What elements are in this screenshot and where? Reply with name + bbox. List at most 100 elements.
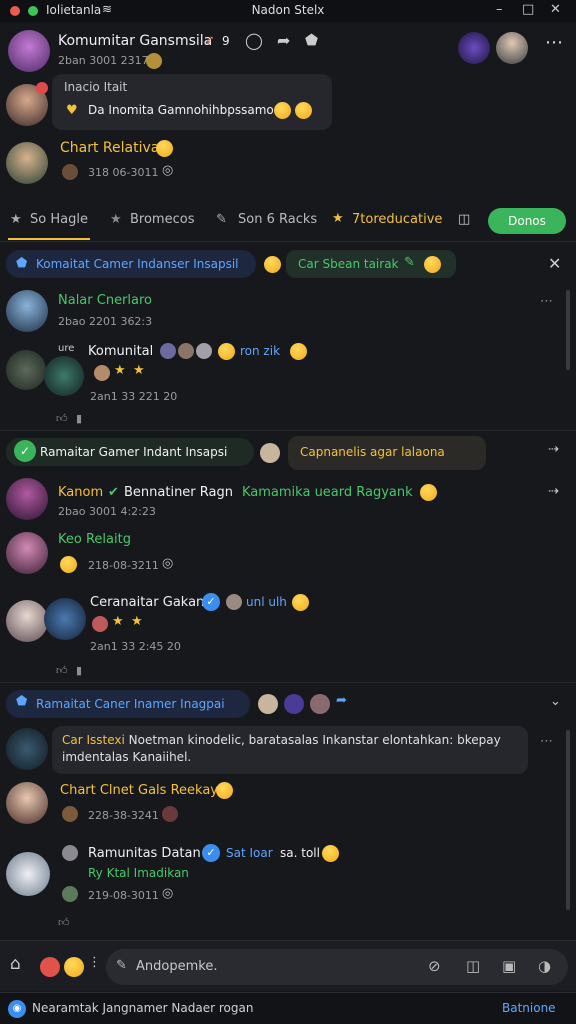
chat-bubble-icon[interactable]: ◯ xyxy=(245,31,263,50)
divider xyxy=(0,682,576,683)
message-timestamp: 2bao 3001 4:2:23 xyxy=(58,505,156,518)
star-icon: ★ xyxy=(110,212,122,227)
share-icon[interactable]: ➦ xyxy=(277,31,290,50)
message-text: Kamamika ueard Ragyank xyxy=(242,485,413,500)
tab-so-hagle[interactable]: So Hagle xyxy=(30,212,88,227)
avatar[interactable] xyxy=(44,598,86,640)
chevron-down-icon[interactable]: ⌄ xyxy=(550,694,561,709)
avatar[interactable] xyxy=(6,290,48,332)
member-count: 9 xyxy=(222,34,230,48)
seen-icon: ◎ xyxy=(162,163,174,178)
emoji-icon xyxy=(274,102,291,119)
check-icon: ✔ xyxy=(108,485,119,500)
message-extra: Sat Ioar xyxy=(226,846,273,860)
restore-button[interactable]: □ xyxy=(522,2,534,17)
info-icon[interactable]: ◫ xyxy=(458,212,470,227)
emoji-picker-icon[interactable] xyxy=(64,957,84,977)
active-tab-indicator xyxy=(8,238,90,240)
avatar[interactable] xyxy=(6,852,50,896)
badge-text: ure xyxy=(58,343,75,354)
emoji-icon xyxy=(156,140,173,157)
tag-text: Capnanelis agar lalaona xyxy=(300,445,445,459)
tag-text: Car Sbean tairak xyxy=(298,257,399,271)
thumbs-up-icon[interactable]: 👍︎ xyxy=(56,664,68,677)
banner-text: Ramaitat Caner Inamer Inagpai xyxy=(36,697,225,711)
share-icon[interactable]: ➦ xyxy=(336,693,347,708)
avatar[interactable] xyxy=(6,142,48,184)
message-extra-2: sa. toll xyxy=(280,846,320,860)
message-input[interactable]: ✎ Andopemke. ⊘ ◫ ▣ ◑ xyxy=(106,949,568,985)
home-icon[interactable]: ⌂ xyxy=(10,954,21,974)
emoji-icon xyxy=(218,343,235,360)
mini-avatar xyxy=(94,365,110,381)
message-author: Kanom xyxy=(58,485,104,500)
more-options-icon[interactable]: ⋯ xyxy=(540,294,553,309)
tab-racks[interactable]: Son 6 Racks xyxy=(238,212,317,227)
attach-icon[interactable]: ⊘ xyxy=(428,957,441,975)
info-icon: ◉ xyxy=(8,1000,26,1018)
more-options-icon[interactable]: ⋯ xyxy=(540,734,553,749)
avatar[interactable] xyxy=(6,478,48,520)
sticker-icon[interactable]: ◫ xyxy=(466,957,480,975)
avatar[interactable] xyxy=(44,356,84,396)
message-author: Car Isstexi xyxy=(62,733,125,747)
minimize-button[interactable]: – xyxy=(496,2,503,17)
message-body: Car Isstexi Noetman kinodelic, baratasal… xyxy=(62,732,522,766)
mini-avatar xyxy=(92,616,108,632)
more-options-icon[interactable]: ⋯ xyxy=(545,32,563,53)
scrollbar[interactable] xyxy=(566,290,570,370)
message-text: Ry Ktal Imadikan xyxy=(88,866,189,880)
star-icon: ★ xyxy=(332,211,344,226)
pen-icon: ✎ xyxy=(116,958,127,973)
message-author: Komunital xyxy=(88,344,154,359)
message-author: Keo Relaitg xyxy=(58,532,131,547)
window-titlebar: Iolietanla ≋ Nadon Stelx – □ ✕ xyxy=(0,0,576,22)
mini-avatar xyxy=(284,694,304,714)
emoji-icon xyxy=(290,343,307,360)
avatar[interactable] xyxy=(6,728,48,770)
rocket-icon: ➶ xyxy=(204,33,215,48)
shield-icon[interactable]: ⬟ xyxy=(305,31,318,49)
avatar[interactable] xyxy=(6,532,48,574)
reply-label: Inacio Itait xyxy=(64,80,128,94)
window-title: Nadon Stelx xyxy=(251,3,325,17)
banner-text: Komaitat Camer Indanser Insapsil xyxy=(36,257,239,271)
close-icon[interactable]: ✕ xyxy=(548,254,561,273)
avatar[interactable] xyxy=(6,350,46,390)
seen-icon: ◎ xyxy=(162,886,174,901)
mini-avatar xyxy=(62,164,78,180)
seen-icon: ◎ xyxy=(162,556,174,571)
emoji-icon xyxy=(295,102,312,119)
message-author: Ramunitas Datan xyxy=(88,846,201,861)
emoji-icon xyxy=(216,782,233,799)
avatar[interactable] xyxy=(6,782,48,824)
gif-icon[interactable]: ▣ xyxy=(502,957,516,975)
pencil-icon: ✎ xyxy=(404,255,415,270)
avatar[interactable] xyxy=(6,600,48,642)
thumbs-up-icon[interactable]: 👍︎ xyxy=(56,412,68,425)
see-all-button[interactable]: Donos xyxy=(488,208,566,234)
emoji-reaction-icon[interactable] xyxy=(40,957,60,977)
forward-icon[interactable]: ⇢ xyxy=(548,484,559,499)
verified-icon: ✓ xyxy=(202,593,220,611)
mini-avatar xyxy=(162,806,178,822)
tab-educative[interactable]: 7toreducative xyxy=(352,212,442,227)
message-timestamp: 2an1 33 221 20 xyxy=(90,390,178,403)
scrollbar[interactable] xyxy=(566,730,570,910)
avatar[interactable] xyxy=(496,32,528,64)
thumbs-up-icon[interactable]: 👍︎ xyxy=(58,916,70,929)
more-dots-icon[interactable]: ⋮ xyxy=(88,955,101,970)
badge-icon xyxy=(146,53,162,69)
voice-icon[interactable]: ◑ xyxy=(538,957,551,975)
avatar[interactable] xyxy=(458,32,490,64)
message-timestamp: 219-08-3011 xyxy=(88,889,159,902)
star-icon: ★ xyxy=(133,363,145,378)
notification-dot-icon xyxy=(36,82,48,94)
close-button[interactable]: ✕ xyxy=(550,2,561,17)
emoji-icon xyxy=(424,256,441,273)
tab-bromecos[interactable]: Bromecos xyxy=(130,212,194,227)
forward-icon[interactable]: ⇢ xyxy=(548,442,559,457)
avatar[interactable] xyxy=(8,30,50,72)
star-icon: ★ xyxy=(10,212,22,227)
status-link[interactable]: Batnione xyxy=(502,1001,556,1015)
